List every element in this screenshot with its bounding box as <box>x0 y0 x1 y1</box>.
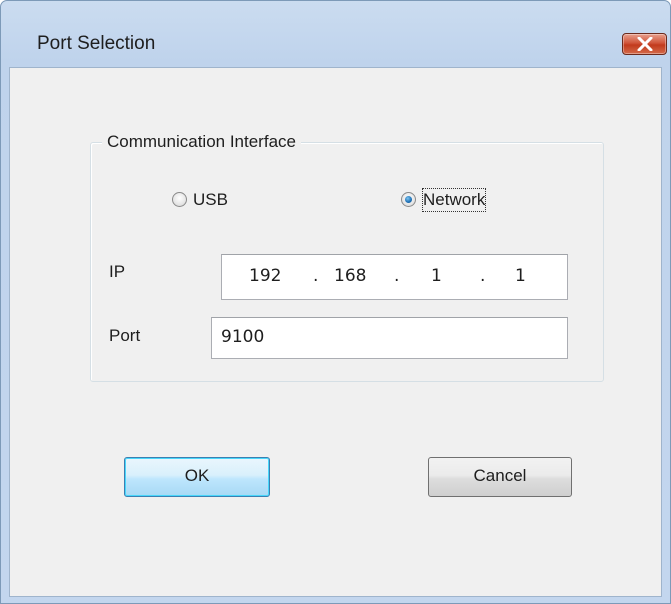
close-button[interactable] <box>622 33 667 55</box>
network-radio-label[interactable]: Network <box>421 188 487 212</box>
port-label: Port <box>109 326 141 345</box>
port-input[interactable]: 9100 <box>211 317 568 359</box>
window-title: Port Selection <box>37 33 156 54</box>
title-bar[interactable]: Port Selection <box>1 1 670 67</box>
ip-octet-2: 168 <box>334 266 367 286</box>
dialog-client-area: Communication Interface USB Network IP 1… <box>9 67 662 597</box>
ip-separator: . <box>480 266 486 286</box>
ip-octet-3: 1 <box>431 266 442 286</box>
ip-label: IP <box>109 262 126 281</box>
ip-octet-1: 192 <box>249 266 282 286</box>
port-selection-window: Port Selection Communication Interface U… <box>0 0 671 604</box>
group-label: Communication Interface <box>102 130 301 154</box>
ip-separator: . <box>313 266 319 286</box>
usb-radio[interactable] <box>172 192 187 207</box>
close-icon <box>637 37 653 51</box>
network-radio[interactable] <box>401 192 416 207</box>
ip-address-input[interactable]: 192 . 168 . 1 . 1 <box>221 254 568 300</box>
cancel-button[interactable]: Cancel <box>428 457 572 497</box>
ok-button[interactable]: OK <box>124 457 270 497</box>
port-value: 9100 <box>221 327 265 347</box>
ip-separator: . <box>394 266 400 286</box>
usb-radio-label[interactable]: USB <box>193 189 228 211</box>
ip-octet-4: 1 <box>515 266 526 286</box>
